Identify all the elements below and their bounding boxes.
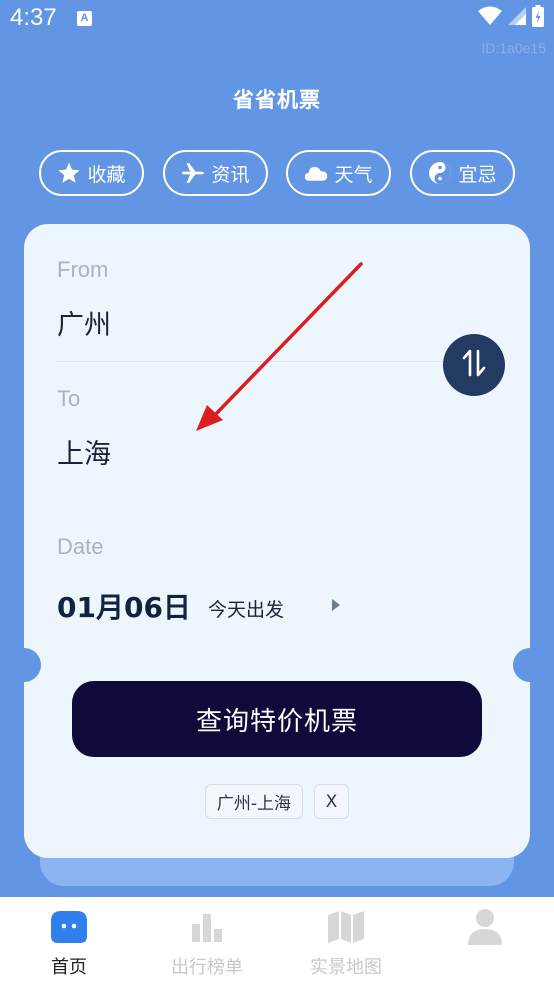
favorites-label: 收藏 [87,163,126,186]
search-history-chip[interactable]: 广州-上海 [205,784,303,819]
airplane-icon [181,161,205,185]
nav-home[interactable]: 首页 [0,897,138,986]
nav-rankings[interactable]: 出行榜单 [138,897,276,986]
ticket-notch-right [513,648,547,682]
to-city-field[interactable]: 上海 [57,432,111,471]
wifi-icon [478,6,502,30]
bottom-navigation: 首页 出行榜单 实景地图 [0,897,554,986]
date-label: Date [57,534,104,559]
weather-label: 天气 [334,163,373,186]
bar-chart-icon [187,909,227,945]
ticket-notch-left [7,648,41,682]
auspicious-button[interactable]: 宜忌 [410,150,515,196]
status-bar: 4:37 A ID:1a0e15 [0,0,554,56]
status-time: 4:37 [10,4,57,31]
date-field[interactable]: 01月06日 [57,586,191,626]
from-city-field[interactable]: 广州 [57,303,111,342]
nav-map-label: 实景地图 [310,957,382,978]
nav-home-label: 首页 [51,957,87,978]
field-divider [57,361,457,362]
yin-yang-icon [428,161,452,185]
notification-badge: A [77,11,92,26]
news-label: 资讯 [211,163,250,186]
clear-history-button[interactable]: X [314,784,349,819]
device-id-text: ID:1a0e15 [481,40,546,56]
star-icon [57,161,81,185]
quick-actions: 收藏 资讯 天气 宜忌 [39,150,515,196]
home-icon [49,909,89,945]
from-label: From [57,257,109,282]
date-picker-arrow-icon[interactable] [332,599,340,611]
user-icon [465,909,505,945]
favorites-button[interactable]: 收藏 [39,150,144,196]
battery-icon [532,5,544,31]
nav-profile[interactable] [416,897,554,986]
swap-arrows-icon [459,347,489,383]
cloud-icon [304,161,328,185]
swap-cities-button[interactable] [443,334,505,396]
to-label: To [57,386,81,411]
date-relative-text: 今天出发 [208,599,285,621]
map-icon [326,909,366,945]
news-button[interactable]: 资讯 [163,150,268,196]
signal-icon [508,6,526,30]
weather-button[interactable]: 天气 [286,150,391,196]
system-icons [478,5,544,31]
app-screen: 4:37 A ID:1a0e15 省省机票 收藏 资讯 天气 宜忌 From 广… [0,0,554,986]
search-flights-button[interactable]: 查询特价机票 [72,681,482,757]
nav-rankings-label: 出行榜单 [171,957,243,978]
auspicious-label: 宜忌 [458,163,497,186]
nav-map[interactable]: 实景地图 [277,897,415,986]
page-title: 省省机票 [233,88,321,112]
